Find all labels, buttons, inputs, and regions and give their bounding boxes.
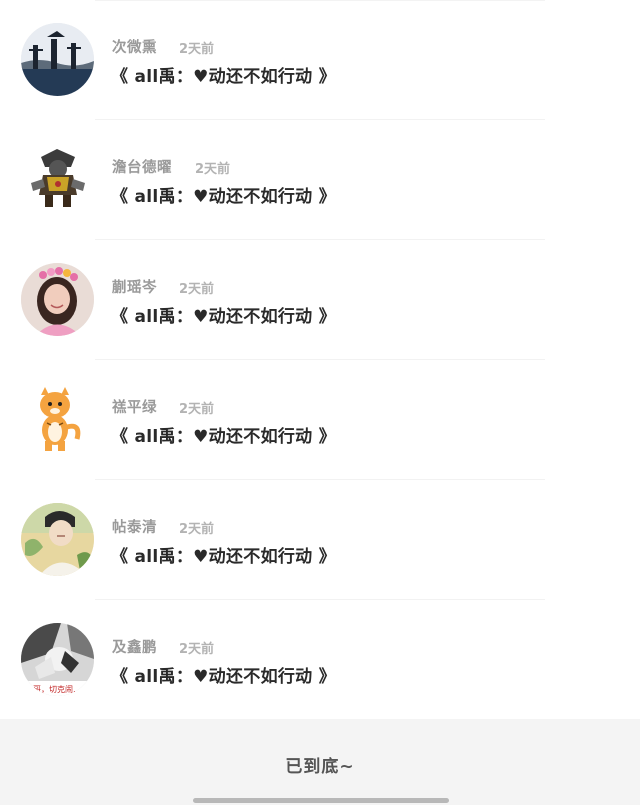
comment-text: 《 all禹：♥动还不如行动 》 [111, 187, 337, 207]
comment-item: 帖泰清 2天前 《 all禹：♥动还不如行动 》 [0, 480, 640, 600]
timestamp: 2天前 [179, 282, 215, 297]
avatar-sticker-text: 哥，切克闹… [33, 684, 81, 694]
timestamp: 2天前 [179, 42, 215, 57]
timestamp: 2天前 [179, 402, 215, 417]
timestamp: 2天前 [179, 642, 215, 657]
username[interactable]: 及鑫鹏 [112, 636, 157, 657]
end-of-list-text: 已到底~ [285, 757, 355, 777]
comment-item: 禚平绿 2天前 《 all禹：♥动还不如行动 》 [0, 360, 640, 480]
timestamp: 2天前 [195, 162, 231, 177]
comment-text: 《 all禹：♥动还不如行动 》 [111, 427, 337, 447]
comment-text: 《 all禹：♥动还不如行动 》 [111, 667, 337, 687]
avatar-armored-character-icon[interactable] [21, 143, 94, 216]
username[interactable]: 帖泰清 [112, 516, 157, 537]
comment-text: 《 all禹：♥动还不如行动 》 [111, 307, 337, 327]
comment-page: 次微熏 2天前 《 all禹：♥动还不如行动 》 澹台德曜 2天前 《 all禹… [0, 0, 640, 805]
avatar-girl-flower-crown-icon[interactable] [21, 263, 94, 336]
comment-item: 蒯瑶岑 2天前 《 all禹：♥动还不如行动 》 [0, 240, 640, 360]
username[interactable]: 澹台德曜 [112, 156, 172, 177]
comment-text: 《 all禹：♥动还不如行动 》 [111, 67, 337, 87]
avatar-bw-photo-icon[interactable]: 哥，切克闹… [21, 623, 94, 696]
avatar-illustrated-boy-icon[interactable] [21, 503, 94, 576]
comment-text: 《 all禹：♥动还不如行动 》 [111, 547, 337, 567]
comment-item: 次微熏 2天前 《 all禹：♥动还不如行动 》 [0, 0, 640, 120]
avatar-landscape-figures-icon[interactable] [21, 23, 94, 96]
list-footer: 已到底~ [0, 719, 640, 805]
avatar-cartoon-tiger-icon[interactable] [21, 383, 94, 456]
comment-item: 哥，切克闹… 及鑫鹏 2天前 《 all禹：♥动还不如行动 》 [0, 600, 640, 720]
username[interactable]: 禚平绿 [112, 396, 157, 417]
username[interactable]: 次微熏 [112, 36, 157, 57]
home-indicator[interactable] [193, 798, 449, 803]
comment-item: 澹台德曜 2天前 《 all禹：♥动还不如行动 》 [0, 120, 640, 240]
timestamp: 2天前 [179, 522, 215, 537]
username[interactable]: 蒯瑶岑 [112, 276, 157, 297]
